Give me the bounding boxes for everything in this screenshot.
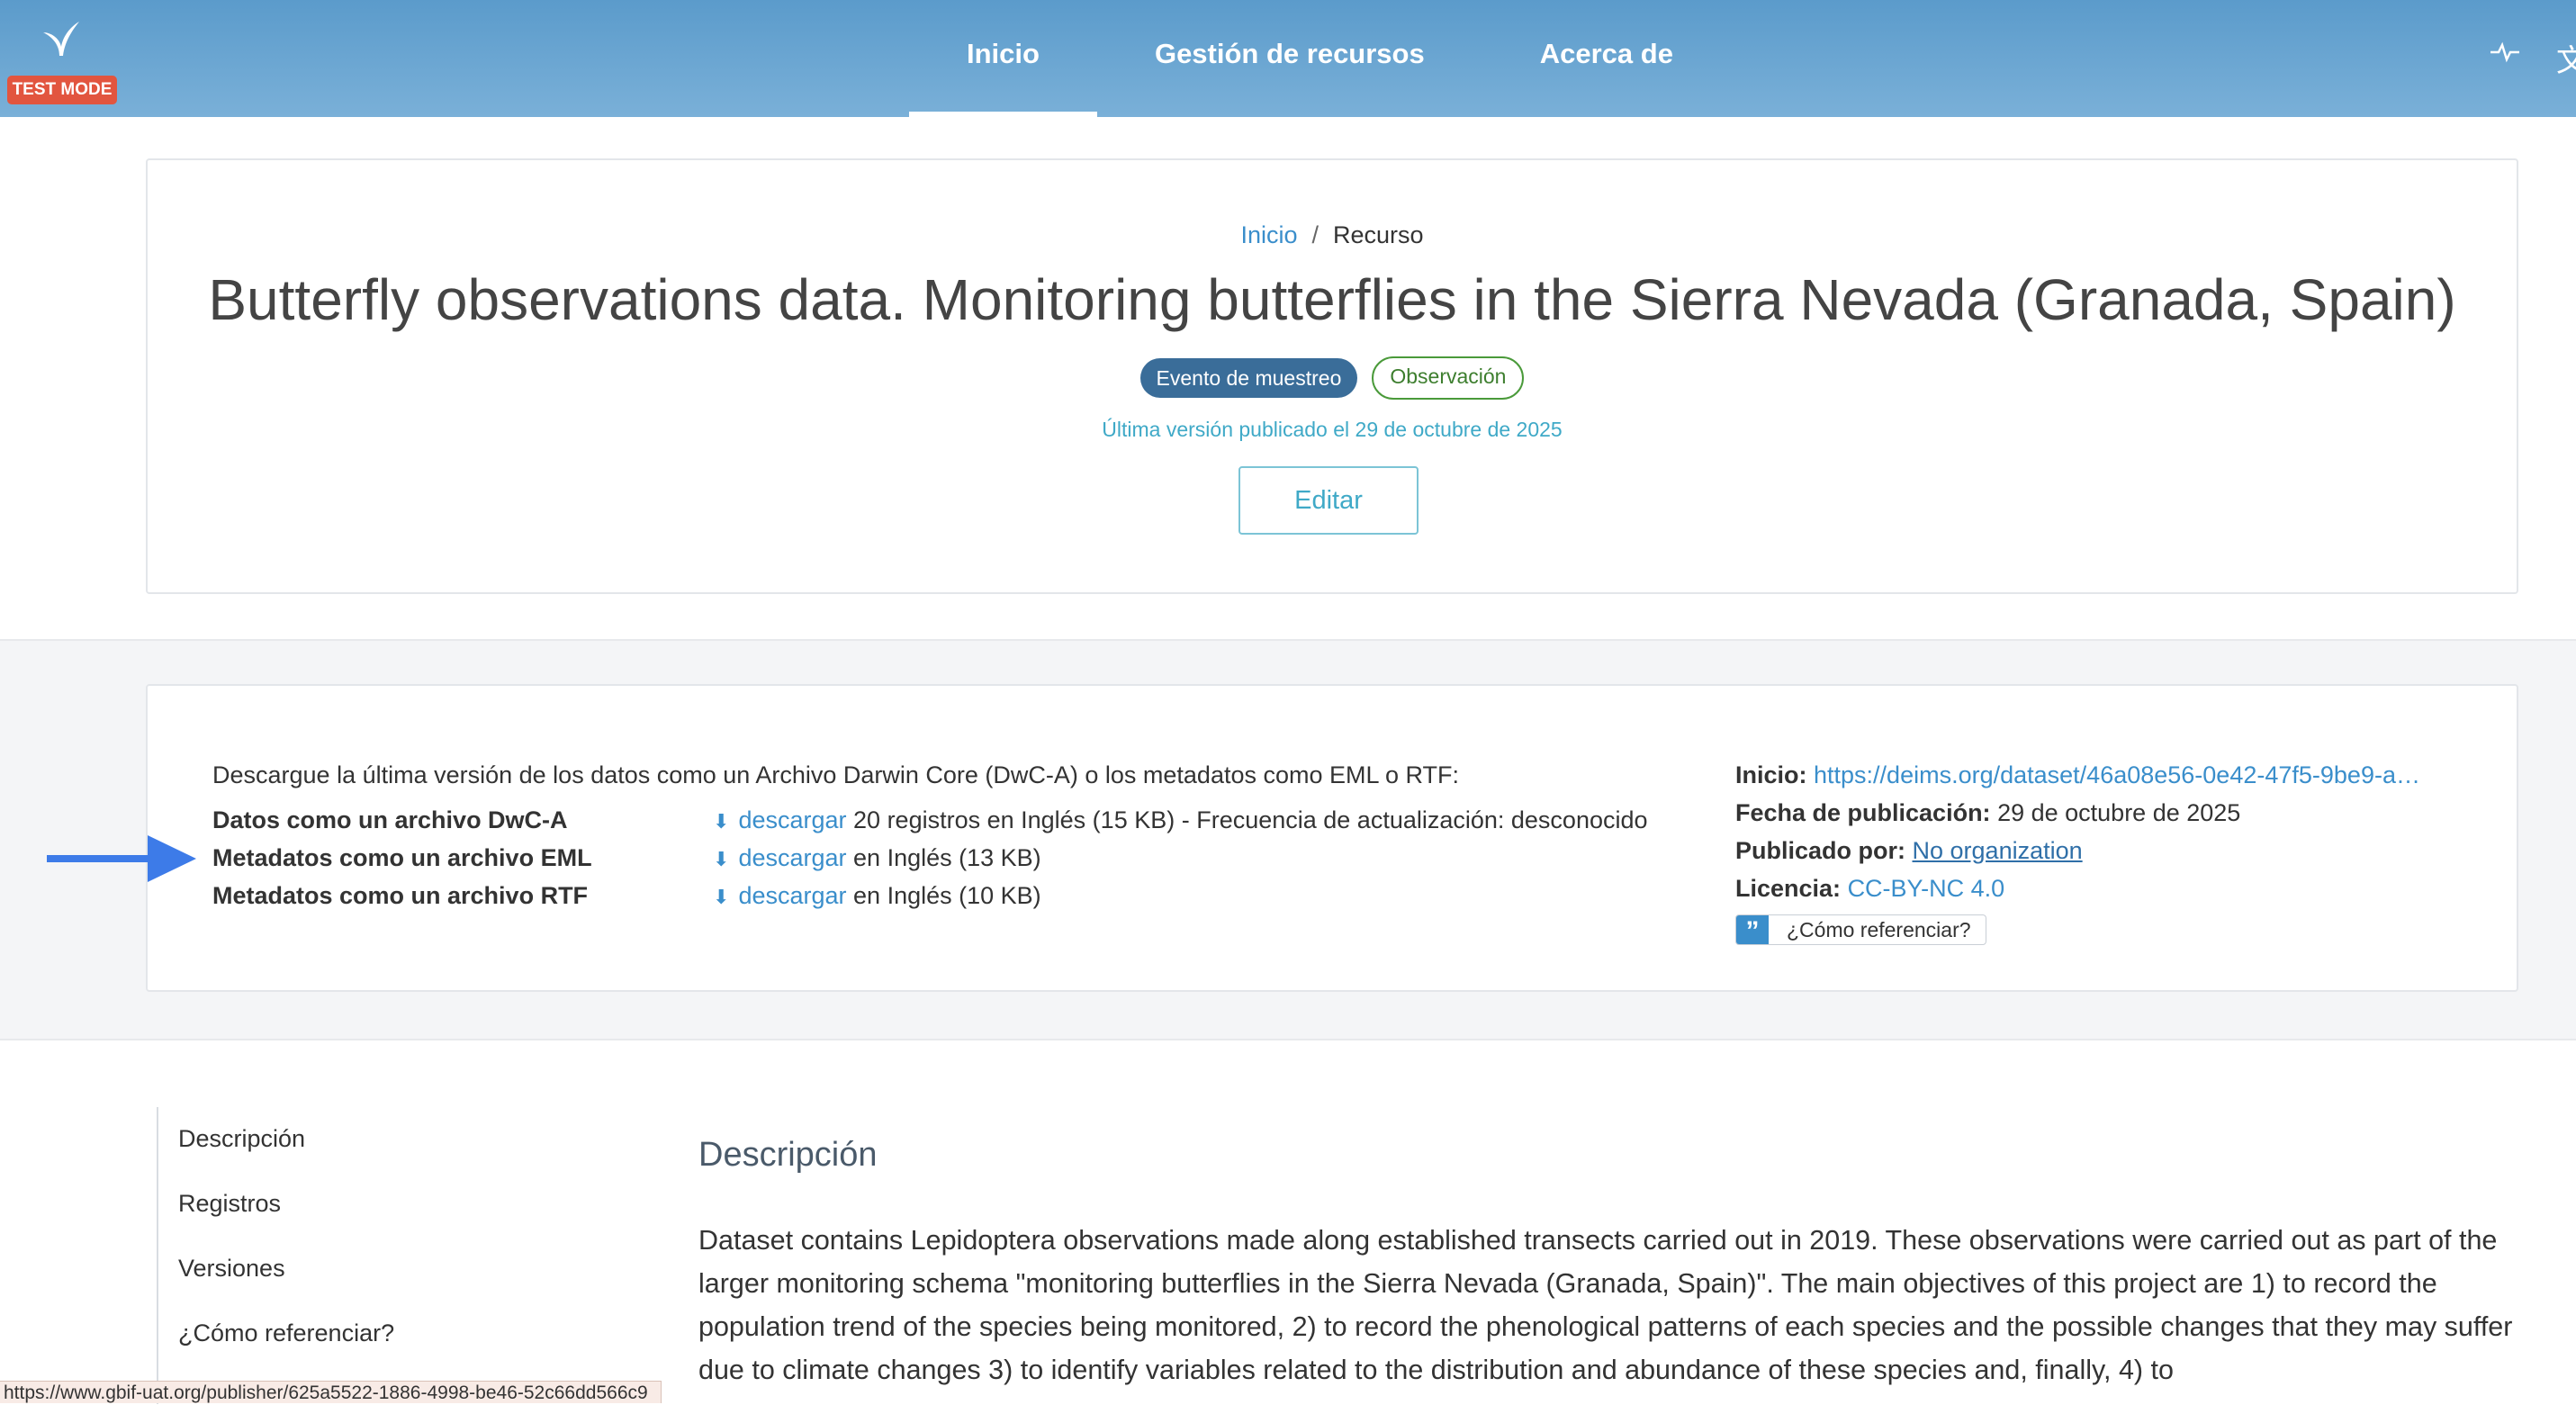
main-nav: Inicio Gestión de recursos Acerca de <box>909 0 1731 117</box>
subtype-badge: Observación <box>1372 356 1525 400</box>
meta-publisher: Publicado por: No organization <box>1735 837 2083 865</box>
nav-item-inicio[interactable]: Inicio <box>909 0 1097 117</box>
download-intro: Descargue la última versión de los datos… <box>212 761 1460 788</box>
description-text: Dataset contains Lepidoptera observation… <box>698 1225 2513 1385</box>
resource-tags: Evento de muestreo Observación <box>148 356 2517 400</box>
sidenav-item-registros[interactable]: Registros <box>178 1190 281 1218</box>
meta-publisher-link[interactable]: No organization <box>1913 837 2083 864</box>
latest-version-text: Última versión publicado el 29 de octubr… <box>1102 418 1563 441</box>
meta-pubdate-value: 29 de octubre de 2025 <box>1997 799 2241 826</box>
sidenav-item-versiones[interactable]: Versiones <box>178 1255 285 1283</box>
nav-item-acerca-de[interactable]: Acerca de <box>1482 0 1731 117</box>
meta-home: Inicio: https://deims.org/dataset/46a08e… <box>1735 761 2420 789</box>
meta-home-link[interactable]: https://deims.org/dataset/46a08e56-0e42-… <box>1814 761 2420 788</box>
test-mode-badge: TEST MODE <box>7 76 117 104</box>
download-eml-link[interactable]: descargar <box>738 844 846 871</box>
download-dwca-link[interactable]: descargar <box>738 806 846 833</box>
download-icon: ⬇ <box>713 886 730 908</box>
meta-pubdate: Fecha de publicación: 29 de octubre de 2… <box>1735 799 2240 827</box>
breadcrumb-current: Recurso <box>1333 221 1424 248</box>
meta-home-label: Inicio: <box>1735 761 1807 788</box>
status-bar-url: https://www.gbif-uat.org/publisher/625a5… <box>0 1381 662 1403</box>
section-title: Descripción <box>698 1136 878 1174</box>
download-icon: ⬇ <box>713 810 730 833</box>
top-icons: 文 <box>2490 36 2576 80</box>
cite-button[interactable]: ” ¿Cómo referenciar? <box>1735 914 1986 946</box>
top-navbar: TEST MODE Inicio Gestión de recursos Ace… <box>0 0 2576 117</box>
download-details: en Inglés (10 KB) <box>853 882 1041 909</box>
breadcrumb: Inicio / Recurso <box>148 221 2517 249</box>
quote-icon: ” <box>1736 915 1769 946</box>
download-rtf-link[interactable]: descargar <box>738 882 846 909</box>
breadcrumb-separator: / <box>1311 221 1319 248</box>
meta-publisher-label: Publicado por: <box>1735 837 1905 864</box>
activity-icon[interactable] <box>2490 36 2520 80</box>
download-card: Descargue la última versión de los datos… <box>146 684 2518 992</box>
nav-item-gestion-recursos[interactable]: Gestión de recursos <box>1097 0 1482 117</box>
gbif-logo[interactable]: TEST MODE <box>7 20 117 105</box>
sidenav-item-descripcion[interactable]: Descripción <box>178 1125 305 1153</box>
download-label: Metadatos como un archivo RTF <box>212 882 589 909</box>
download-label: Metadatos como un archivo EML <box>212 844 592 871</box>
page-title: Butterfly observations data. Monitoring … <box>208 267 2456 332</box>
download-details: 20 registros en Inglés (15 KB) - Frecuen… <box>853 806 1648 833</box>
section-sidenav: Descripción Registros Versiones ¿Cómo re… <box>157 1107 518 1404</box>
breadcrumb-home-link[interactable]: Inicio <box>1240 221 1297 248</box>
meta-license-label: Licencia: <box>1735 875 1842 902</box>
translate-icon[interactable]: 文 <box>2556 36 2576 80</box>
download-icon: ⬇ <box>713 848 730 870</box>
meta-pubdate-label: Fecha de publicación: <box>1735 799 1991 826</box>
arrow-right-icon <box>47 835 196 882</box>
edit-button[interactable]: Editar <box>1238 466 1419 535</box>
sidenav-item-como-referenciar[interactable]: ¿Cómo referenciar? <box>178 1319 394 1347</box>
download-label: Datos como un archivo DwC-A <box>212 806 568 833</box>
gbif-leaf-logo-icon <box>43 22 79 56</box>
cite-label: ¿Cómo referenciar? <box>1787 917 1971 941</box>
meta-license-link[interactable]: CC-BY-NC 4.0 <box>1848 875 2005 902</box>
download-details: en Inglés (13 KB) <box>853 844 1041 871</box>
type-badge: Evento de muestreo <box>1139 358 1358 398</box>
meta-license: Licencia: CC-BY-NC 4.0 <box>1735 875 2004 903</box>
